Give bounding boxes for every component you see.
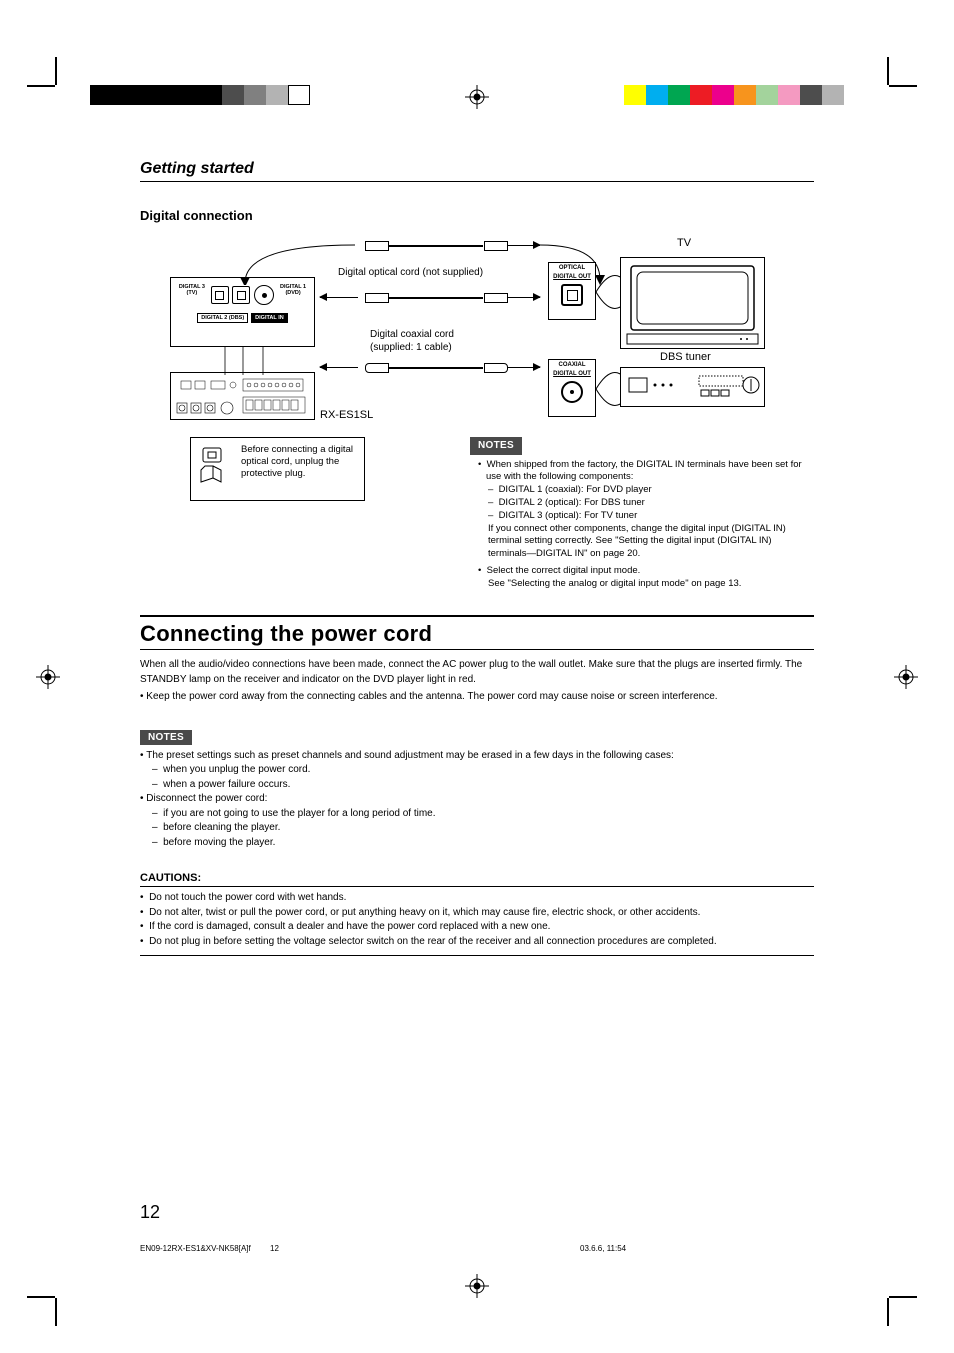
- registration-mark-icon: [36, 665, 60, 689]
- coax-plug-icon: [365, 363, 389, 373]
- receiver-name: RX-ES1SL: [320, 409, 373, 421]
- footer-page-small: 12: [270, 1244, 279, 1253]
- notes-block: NOTES • When shipped from the factory, t…: [470, 437, 810, 591]
- page-number: 12: [140, 1202, 160, 1223]
- optical-plug-icon: [484, 241, 508, 251]
- footer-filename: EN09-12RX-ES1&XV-NK58[A]f: [140, 1244, 251, 1253]
- digital1-label: DIGITAL 1(DVD): [278, 284, 308, 296]
- color-bar: [624, 85, 844, 105]
- dbs-label: DBS tuner: [660, 351, 711, 363]
- subsection-title: Digital connection: [140, 208, 814, 223]
- registration-mark-icon: [465, 85, 489, 109]
- section-title: Getting started: [140, 160, 814, 182]
- coaxial-cord-label: Digital coaxial cord: [370, 329, 454, 340]
- coax-plug-icon: [484, 363, 508, 373]
- digital-in-label: DIGITAL IN: [251, 313, 288, 323]
- registration-mark-icon: [894, 665, 918, 689]
- power-cord-heading: Connecting the power cord: [140, 615, 814, 650]
- notes-badge: NOTES: [470, 437, 522, 455]
- digital-in-panel: DIGITAL 3(TV) DIGITAL 1(DVD) DIGITAL 2 (…: [170, 277, 315, 347]
- cautions-body: • Do not touch the power cord with wet h…: [140, 891, 814, 949]
- connection-diagram: DIGITAL 3(TV) DIGITAL 1(DVD) DIGITAL 2 (…: [170, 237, 814, 607]
- optical-plug-icon: [484, 293, 508, 303]
- coaxial-supplied-label: (supplied: 1 cable): [370, 342, 452, 353]
- power-cord-body: When all the audio/video connections hav…: [140, 658, 814, 705]
- digital2-label: DIGITAL 2 (DBS): [197, 313, 248, 323]
- digital3-label: DIGITAL 3(TV): [177, 284, 207, 296]
- protective-plug-icon: [199, 446, 233, 486]
- tv-label: TV: [677, 237, 691, 249]
- receiver-rear-panel: [170, 372, 315, 420]
- optical-cord-label: Digital optical cord (not supplied): [338, 267, 483, 278]
- notes-block-2: NOTES • The preset settings such as pres…: [140, 727, 814, 851]
- tv-device: [620, 257, 765, 349]
- coaxial-digital-out: COAXIAL DIGITAL OUT: [548, 359, 596, 417]
- dbs-tuner-device: [620, 367, 765, 407]
- registration-mark-icon: [465, 1274, 489, 1298]
- cautions-title: CAUTIONS:: [140, 872, 814, 884]
- grayscale-bar: [90, 85, 310, 105]
- protective-plug-text: Before connecting a digital optical cord…: [241, 444, 353, 479]
- protective-plug-note: Before connecting a digital optical cord…: [190, 437, 365, 501]
- footer-timestamp: 03.6.6, 11:54: [580, 1244, 626, 1253]
- optical-plug-icon: [365, 293, 389, 303]
- notes-badge: NOTES: [140, 730, 192, 745]
- optical-digital-out: OPTICAL DIGITAL OUT: [548, 262, 596, 320]
